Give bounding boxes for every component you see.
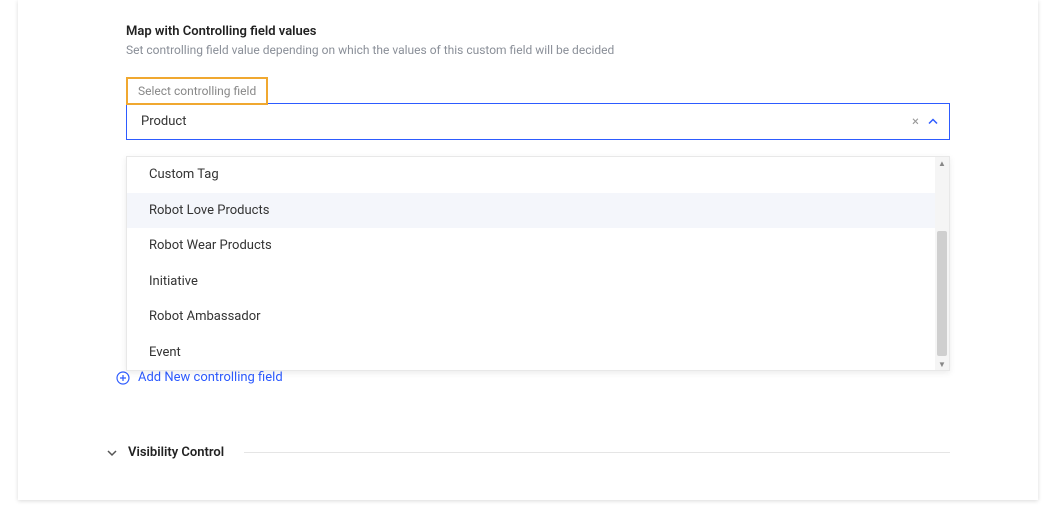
scrollbar[interactable]: ▲ ▼ (935, 157, 949, 370)
divider-line (244, 452, 950, 453)
clear-icon[interactable]: × (912, 115, 919, 128)
chevron-up-icon[interactable] (927, 116, 939, 128)
scrollbar-down-icon[interactable]: ▼ (935, 358, 949, 370)
dropdown-option[interactable]: Initiative (127, 264, 949, 300)
chevron-down-icon (106, 447, 118, 459)
dropdown-option[interactable]: Robot Ambassador (127, 299, 949, 335)
select-controls: × (912, 115, 939, 128)
section-title: Map with Controlling field values (126, 24, 950, 39)
scrollbar-up-icon[interactable]: ▲ (935, 157, 949, 169)
plus-circle-icon (116, 371, 130, 385)
add-controlling-field-link[interactable]: Add New controlling field (116, 370, 950, 385)
dropdown-option[interactable]: Event (127, 335, 949, 371)
scrollbar-thumb[interactable] (937, 231, 947, 356)
add-controlling-field-label: Add New controlling field (138, 370, 283, 385)
card-container: Map with Controlling field values Set co… (18, 0, 1038, 500)
controlling-field-select[interactable]: Product × (126, 103, 950, 140)
dropdown-option[interactable]: Custom Tag (127, 157, 949, 193)
dropdown-option[interactable]: Robot Love Products (127, 193, 949, 229)
select-value: Product (141, 114, 186, 129)
content-area: Map with Controlling field values Set co… (106, 24, 950, 385)
dropdown-option[interactable]: Robot Wear Products (127, 228, 949, 264)
section-subtitle: Set controlling field value depending on… (126, 43, 950, 57)
visibility-section[interactable]: Visibility Control (106, 445, 950, 460)
select-label: Select controlling field (126, 77, 268, 105)
dropdown-panel: Custom Tag Robot Love Products Robot Wea… (126, 156, 950, 371)
select-wrapper: Product × Custom Tag Robot Love Products… (126, 103, 950, 140)
visibility-title: Visibility Control (128, 445, 224, 460)
